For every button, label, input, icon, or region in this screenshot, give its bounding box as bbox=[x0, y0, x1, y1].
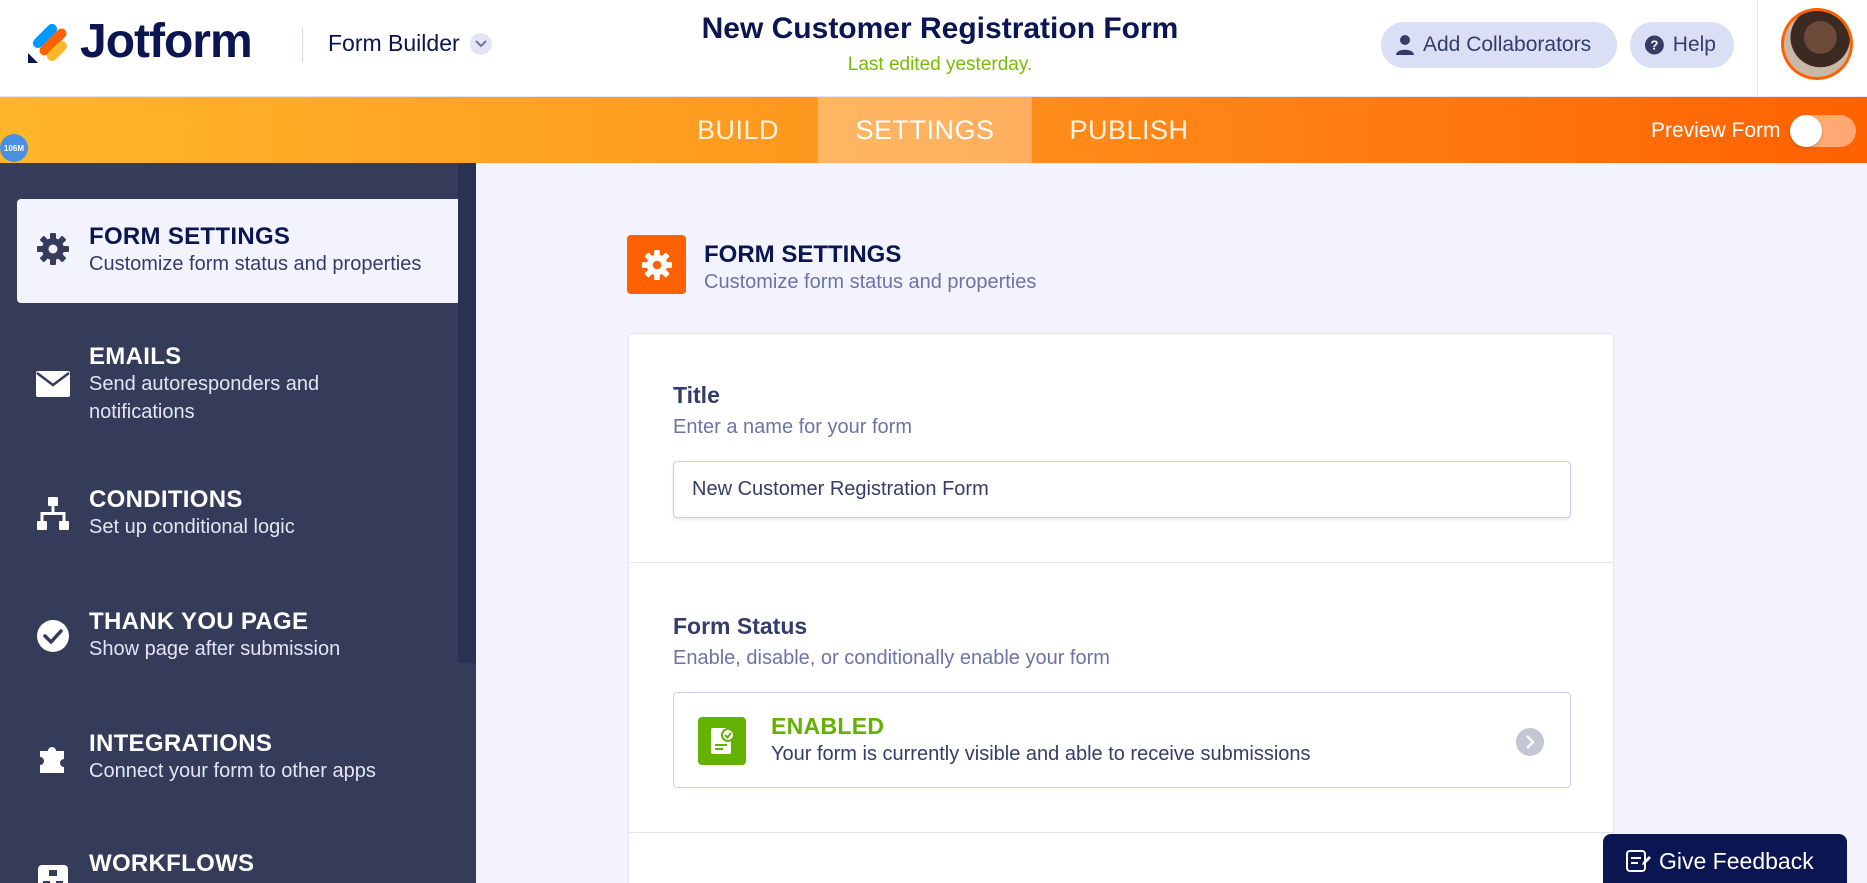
card-divider bbox=[629, 562, 1613, 563]
add-collaborators-button[interactable]: Add Collaborators bbox=[1381, 22, 1617, 68]
preview-form-label: Preview Form bbox=[1651, 119, 1781, 142]
toggle-knob bbox=[1790, 115, 1822, 147]
sidebar-item-desc: Show page after submission bbox=[89, 638, 341, 660]
sidebar-item-title: THANK YOU PAGE bbox=[89, 608, 309, 635]
chevron-right-icon bbox=[1516, 728, 1544, 756]
top-header: Jotform Form Builder New Customer Regist… bbox=[0, 0, 1867, 97]
memory-badge: 106M bbox=[0, 134, 28, 162]
workflow-icon bbox=[35, 860, 71, 883]
envelope-icon bbox=[35, 366, 71, 402]
svg-text:?: ? bbox=[1650, 38, 1658, 53]
tab-publish[interactable]: PUBLISH bbox=[1032, 97, 1226, 163]
help-label: Help bbox=[1672, 33, 1716, 56]
sidebar-item-title: INTEGRATIONS bbox=[89, 730, 273, 757]
form-status-selector[interactable]: ENABLED Your form is currently visible a… bbox=[673, 692, 1571, 788]
sidebar-item-desc: Customize form status and properties bbox=[89, 253, 422, 275]
feedback-icon bbox=[1626, 850, 1651, 872]
title-field-desc: Enter a name for your form bbox=[673, 416, 912, 438]
preview-form-toggle[interactable] bbox=[1790, 115, 1856, 147]
avatar-image bbox=[1784, 11, 1850, 77]
sidebar-item-conditions[interactable]: CONDITIONS Set up conditional logic bbox=[17, 476, 458, 556]
avatar[interactable] bbox=[1781, 8, 1853, 80]
form-status-label: Form Status bbox=[673, 613, 808, 639]
add-collaborators-label: Add Collaborators bbox=[1423, 33, 1592, 56]
user-icon bbox=[1396, 35, 1414, 55]
main-scrollbar[interactable] bbox=[1856, 163, 1867, 883]
sidebar-item-form-settings[interactable]: FORM SETTINGS Customize form status and … bbox=[17, 199, 458, 303]
page-description: Customize form status and properties bbox=[704, 271, 1037, 293]
give-feedback-label: Give Feedback bbox=[1659, 847, 1814, 874]
sidebar-item-desc: Connect your form to other apps bbox=[89, 760, 376, 782]
sidebar-item-desc: Send autoresponders and notifications bbox=[89, 373, 320, 423]
give-feedback-button[interactable]: Give Feedback bbox=[1603, 834, 1847, 883]
sidebar-item-title: EMAILS bbox=[89, 343, 182, 370]
question-circle-icon: ? bbox=[1644, 35, 1664, 55]
sidebar-item-thank-you-page[interactable]: THANK YOU PAGE Show page after submissio… bbox=[17, 598, 458, 678]
sidebar-item-integrations[interactable]: INTEGRATIONS Connect your form to other … bbox=[17, 720, 458, 800]
tab-bar: BUILD SETTINGS PUBLISH Preview Form bbox=[0, 97, 1867, 163]
title-field-label: Title bbox=[673, 382, 720, 408]
settings-card: Title Enter a name for your form Form St… bbox=[628, 333, 1614, 883]
tab-settings[interactable]: SETTINGS bbox=[818, 97, 1032, 163]
card-divider bbox=[629, 832, 1613, 833]
form-status-desc: Enable, disable, or conditionally enable… bbox=[673, 647, 1110, 669]
sidebar-item-emails[interactable]: EMAILS Send autoresponders and notificat… bbox=[17, 330, 458, 430]
gear-icon bbox=[627, 235, 686, 294]
gear-icon bbox=[35, 231, 71, 267]
status-description: Your form is currently visible and able … bbox=[771, 743, 1311, 765]
check-circle-icon bbox=[35, 618, 71, 654]
sitemap-icon bbox=[35, 496, 71, 532]
form-title-input[interactable] bbox=[673, 461, 1571, 518]
sidebar-item-title: FORM SETTINGS bbox=[89, 223, 291, 250]
page-title: FORM SETTINGS bbox=[704, 241, 902, 268]
sidebar-scrollbar[interactable] bbox=[458, 163, 476, 663]
sidebar-item-workflows[interactable]: WORKFLOWS bbox=[17, 842, 458, 883]
help-button[interactable]: ? Help bbox=[1630, 22, 1734, 68]
sidebar-item-desc: Set up conditional logic bbox=[89, 516, 295, 538]
header-divider-right bbox=[1757, 0, 1758, 97]
status-badge: ENABLED bbox=[771, 713, 885, 739]
tab-build[interactable]: BUILD bbox=[658, 97, 818, 163]
form-enabled-icon bbox=[698, 717, 746, 765]
puzzle-icon bbox=[35, 740, 71, 776]
sidebar-item-title: WORKFLOWS bbox=[89, 850, 255, 877]
sidebar-item-title: CONDITIONS bbox=[89, 486, 243, 513]
